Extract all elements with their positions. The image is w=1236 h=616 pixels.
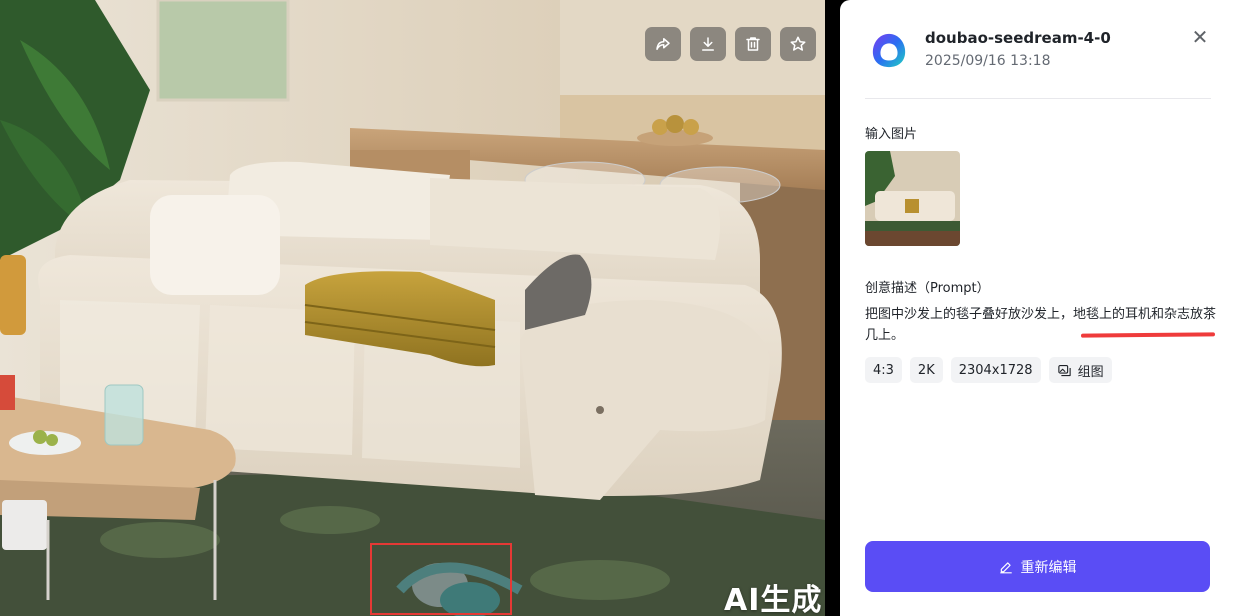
resolution-tag: 2K bbox=[909, 357, 943, 383]
image-group-icon bbox=[1057, 364, 1071, 376]
trash-icon bbox=[746, 37, 760, 51]
aspect-ratio-tag: 4:3 bbox=[865, 357, 902, 383]
star-icon bbox=[790, 36, 806, 51]
delete-button[interactable] bbox=[735, 27, 771, 61]
ai-generated-watermark: AI生成 bbox=[724, 583, 823, 616]
prompt-label: 创意描述（Prompt） bbox=[865, 281, 990, 296]
download-button[interactable] bbox=[690, 27, 726, 61]
pencil-icon bbox=[999, 561, 1012, 573]
input-image-thumbnail[interactable] bbox=[865, 151, 960, 246]
generated-image bbox=[0, 0, 825, 616]
dimensions-tag: 2304x1728 bbox=[950, 357, 1041, 383]
model-logo-icon bbox=[872, 33, 906, 68]
close-button[interactable]: ✕ bbox=[1189, 26, 1211, 48]
favorite-button[interactable] bbox=[780, 27, 816, 61]
input-image-label: 输入图片 bbox=[865, 127, 918, 142]
prompt-text: 把图中沙发上的毯子叠好放沙发上，地毯上的耳机和杂志放茶几上。 bbox=[865, 307, 1217, 343]
re-edit-button[interactable]: 重新编辑 bbox=[865, 541, 1210, 592]
panel-header: doubao-seedream-4-0 2025/09/16 13:18 ✕ bbox=[865, 25, 1211, 99]
share-icon bbox=[656, 38, 670, 50]
image-toolbar bbox=[645, 27, 816, 61]
share-button[interactable] bbox=[645, 27, 681, 61]
model-name: doubao-seedream-4-0 bbox=[925, 29, 1111, 47]
download-icon bbox=[702, 37, 714, 51]
generation-params: 4:3 2K 2304x1728 组图 bbox=[865, 357, 1112, 383]
image-group-tag: 组图 bbox=[1048, 357, 1112, 383]
image-viewer: AI生成 bbox=[0, 0, 840, 616]
detail-panel: doubao-seedream-4-0 2025/09/16 13:18 ✕ 输… bbox=[840, 0, 1236, 616]
generation-timestamp: 2025/09/16 13:18 bbox=[925, 53, 1051, 69]
